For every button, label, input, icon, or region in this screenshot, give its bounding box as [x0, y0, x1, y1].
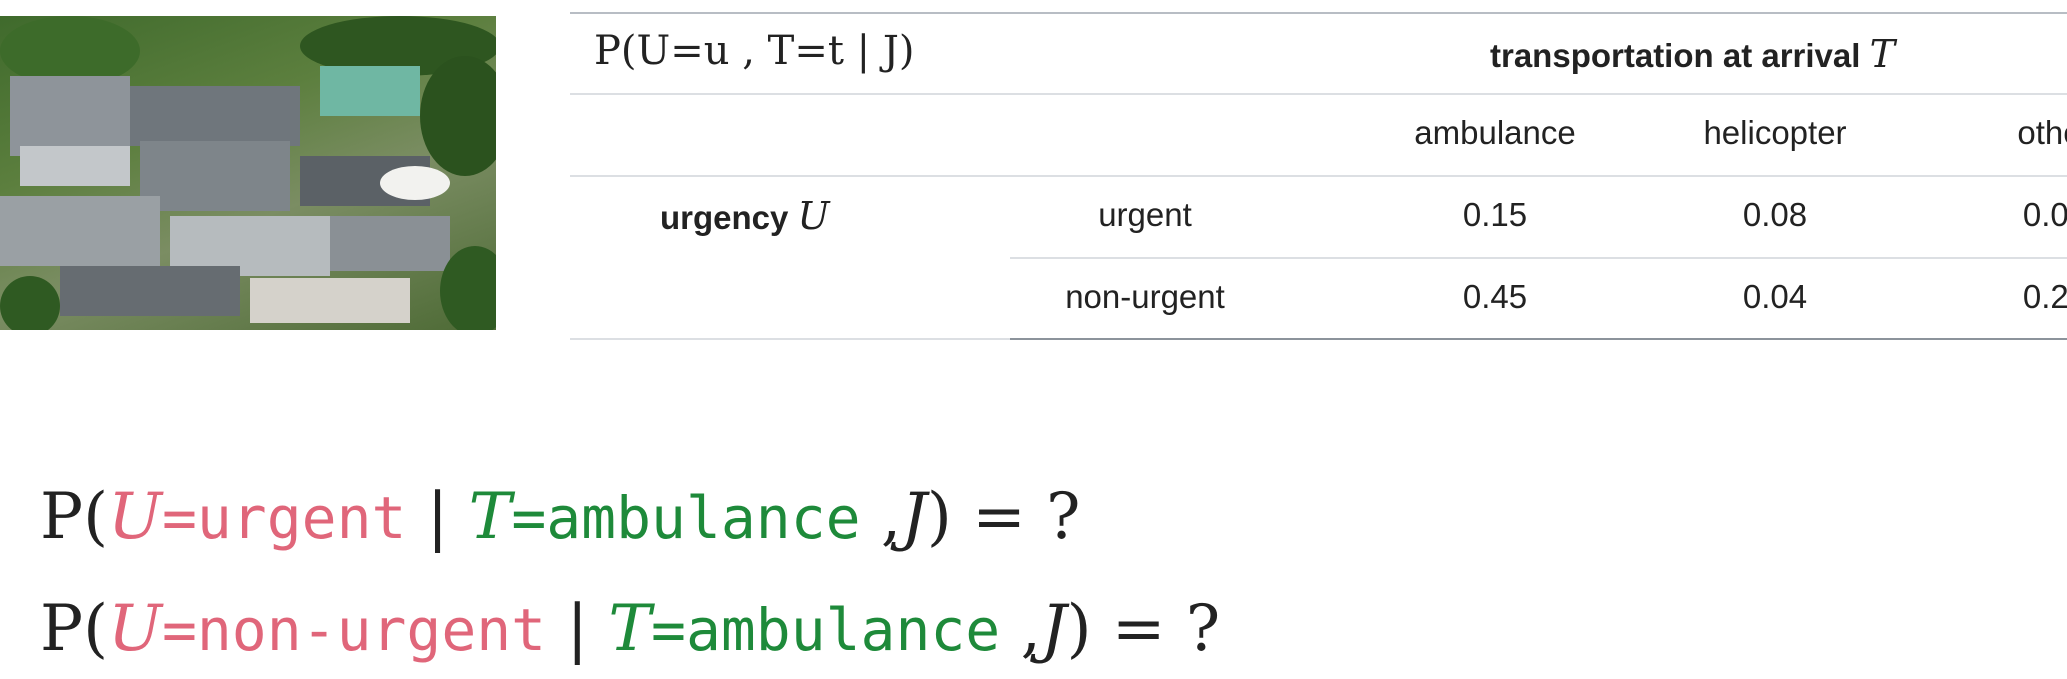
row-group-header: urgency U	[660, 194, 830, 238]
formula-eq: =	[651, 596, 686, 664]
formula-eq: =	[161, 484, 197, 552]
formula-urgent: P(U=urgent | T=ambulance ,J) = ?	[40, 480, 1080, 554]
row-group-var: U	[797, 194, 830, 238]
cell-urgent-other: 0.02	[2022, 196, 2067, 233]
formula-suffix: ) = ?	[1066, 592, 1221, 666]
formula-u-var: U	[108, 480, 162, 554]
col-group-label: transportation at arrival	[1490, 37, 1861, 74]
formula-suffix: ) = ?	[926, 480, 1081, 554]
row-group-label: urgency	[660, 199, 789, 236]
table-bottom-rule-left	[570, 338, 1010, 340]
formula-bar: |	[426, 480, 449, 554]
formula-comma: ,	[1000, 592, 1041, 666]
col-group-var: T	[1869, 32, 1895, 76]
formula-t-value: ambulance	[546, 484, 861, 552]
hospital-aerial-photo	[0, 16, 496, 330]
formula-j-var: J	[1040, 592, 1067, 666]
table-top-rule	[570, 12, 2067, 14]
formula-j-var: J	[901, 480, 927, 554]
col-group-header: transportation at arrival T	[1490, 32, 1895, 76]
formula-comma: ,	[860, 480, 902, 554]
table-bottom-rule-right	[1010, 338, 2067, 340]
row-label-non-urgent: non-urgent	[1065, 278, 1225, 315]
formula-u-value: non-urgent	[196, 596, 547, 664]
formula-non-urgent: P(U=non-urgent | T=ambulance ,J) = ?	[40, 592, 1220, 666]
column-header-other: other	[2017, 114, 2067, 151]
table-row-rule	[1010, 257, 2067, 259]
formula-t-value: ambulance	[685, 596, 1001, 664]
formula-eq: =	[161, 596, 197, 664]
cell-non-urgent-other: 0.26	[2022, 278, 2067, 315]
table-header-rule	[570, 93, 2067, 95]
formula-u-var: U	[108, 592, 162, 666]
formula-bar: |	[566, 592, 588, 666]
formula-prefix: P(	[40, 592, 109, 666]
formula-prefix: P(	[40, 480, 109, 554]
row-label-urgent: urgent	[1098, 196, 1192, 233]
formula-t-var: T	[608, 592, 652, 666]
formula-u-value: urgent	[196, 484, 407, 552]
table-subheader-rule	[570, 175, 2067, 177]
formula-t-var: T	[468, 480, 512, 554]
formula-eq: =	[511, 484, 547, 552]
table-corner-label: P(U=u , T=t | J)	[594, 28, 915, 74]
